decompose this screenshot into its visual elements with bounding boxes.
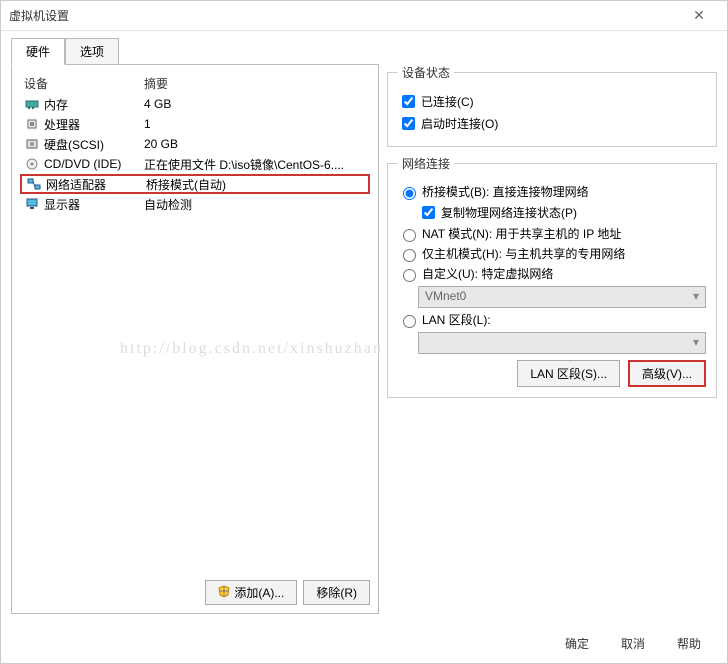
device-status-legend: 设备状态 xyxy=(398,64,454,81)
device-status-group: 设备状态 已连接(C) 启动时连接(O) xyxy=(387,64,717,147)
remove-hardware-button[interactable]: 移除(R) xyxy=(303,580,370,605)
close-icon[interactable]: ✕ xyxy=(679,7,719,24)
memory-icon xyxy=(24,96,40,112)
hw-row-cpu[interactable]: 处理器 1 xyxy=(20,114,370,134)
tabs: 硬件 选项 xyxy=(11,37,727,64)
tab-hardware[interactable]: 硬件 xyxy=(11,38,65,65)
hw-row-network[interactable]: 网络适配器 桥接模式(自动) xyxy=(20,174,370,194)
hardware-list: 内存 4 GB 处理器 1 硬盘(SCSI) 20 GB CD/DVD (IDE… xyxy=(20,94,370,574)
connect-on-start-checkbox[interactable]: 启动时连接(O) xyxy=(398,114,706,133)
disk-icon xyxy=(24,136,40,152)
tab-options[interactable]: 选项 xyxy=(65,38,119,65)
network-connection-group: 网络连接 桥接模式(B): 直接连接物理网络 复制物理网络连接状态(P) NAT… xyxy=(387,155,717,398)
col-device: 设备 xyxy=(24,75,144,92)
cpu-icon xyxy=(24,116,40,132)
hw-row-cd[interactable]: CD/DVD (IDE) 正在使用文件 D:\iso镜像\CentOS-6...… xyxy=(20,154,370,174)
dialog-window: 虚拟机设置 ✕ 硬件 选项 设备 摘要 内存 4 GB 处理器 1 xyxy=(0,0,728,664)
network-icon xyxy=(26,176,42,192)
titlebar: 虚拟机设置 ✕ xyxy=(1,1,727,31)
connected-checkbox[interactable]: 已连接(C) xyxy=(398,92,706,111)
lan-combo-wrap xyxy=(418,332,706,354)
ok-button[interactable]: 确定 xyxy=(559,634,595,653)
cancel-button[interactable]: 取消 xyxy=(615,634,651,653)
hw-row-memory[interactable]: 内存 4 GB xyxy=(20,94,370,114)
network-connection-legend: 网络连接 xyxy=(398,155,454,172)
content: 设备 摘要 内存 4 GB 处理器 1 硬盘(SCSI) 20 GB xyxy=(1,64,727,624)
hw-row-disk[interactable]: 硬盘(SCSI) 20 GB xyxy=(20,134,370,154)
advanced-button[interactable]: 高级(V)... xyxy=(628,360,706,387)
lan-segment-radio[interactable]: LAN 区段(L): xyxy=(398,311,706,328)
hardware-buttons: 添加(A)... 移除(R) xyxy=(20,574,370,605)
hostonly-radio[interactable]: 仅主机模式(H): 与主机共享的专用网络 xyxy=(398,245,706,262)
dialog-buttons: 确定 取消 帮助 xyxy=(1,624,727,663)
lan-segment-combo[interactable] xyxy=(418,332,706,354)
hardware-header: 设备 摘要 xyxy=(20,73,370,94)
hardware-panel: 设备 摘要 内存 4 GB 处理器 1 硬盘(SCSI) 20 GB xyxy=(11,64,379,614)
lan-segments-button[interactable]: LAN 区段(S)... xyxy=(517,360,620,387)
bridged-radio[interactable]: 桥接模式(B): 直接连接物理网络 xyxy=(398,183,706,200)
custom-vmnet-combo[interactable]: VMnet0 xyxy=(418,286,706,308)
replicate-checkbox[interactable]: 复制物理网络连接状态(P) xyxy=(418,203,706,222)
col-summary: 摘要 xyxy=(144,75,366,92)
custom-combo-wrap: VMnet0 xyxy=(418,286,706,308)
cd-icon xyxy=(24,156,40,172)
help-button[interactable]: 帮助 xyxy=(671,634,707,653)
shield-icon xyxy=(218,585,230,597)
window-title: 虚拟机设置 xyxy=(9,7,679,24)
display-icon xyxy=(24,196,40,212)
add-hardware-button[interactable]: 添加(A)... xyxy=(205,580,297,605)
network-buttons: LAN 区段(S)... 高级(V)... xyxy=(398,360,706,387)
nat-radio[interactable]: NAT 模式(N): 用于共享主机的 IP 地址 xyxy=(398,225,706,242)
hw-row-display[interactable]: 显示器 自动检测 xyxy=(20,194,370,214)
custom-radio[interactable]: 自定义(U): 特定虚拟网络 xyxy=(398,265,706,282)
settings-panel: 设备状态 已连接(C) 启动时连接(O) 网络连接 桥接模式(B): 直接连接物… xyxy=(387,64,717,614)
